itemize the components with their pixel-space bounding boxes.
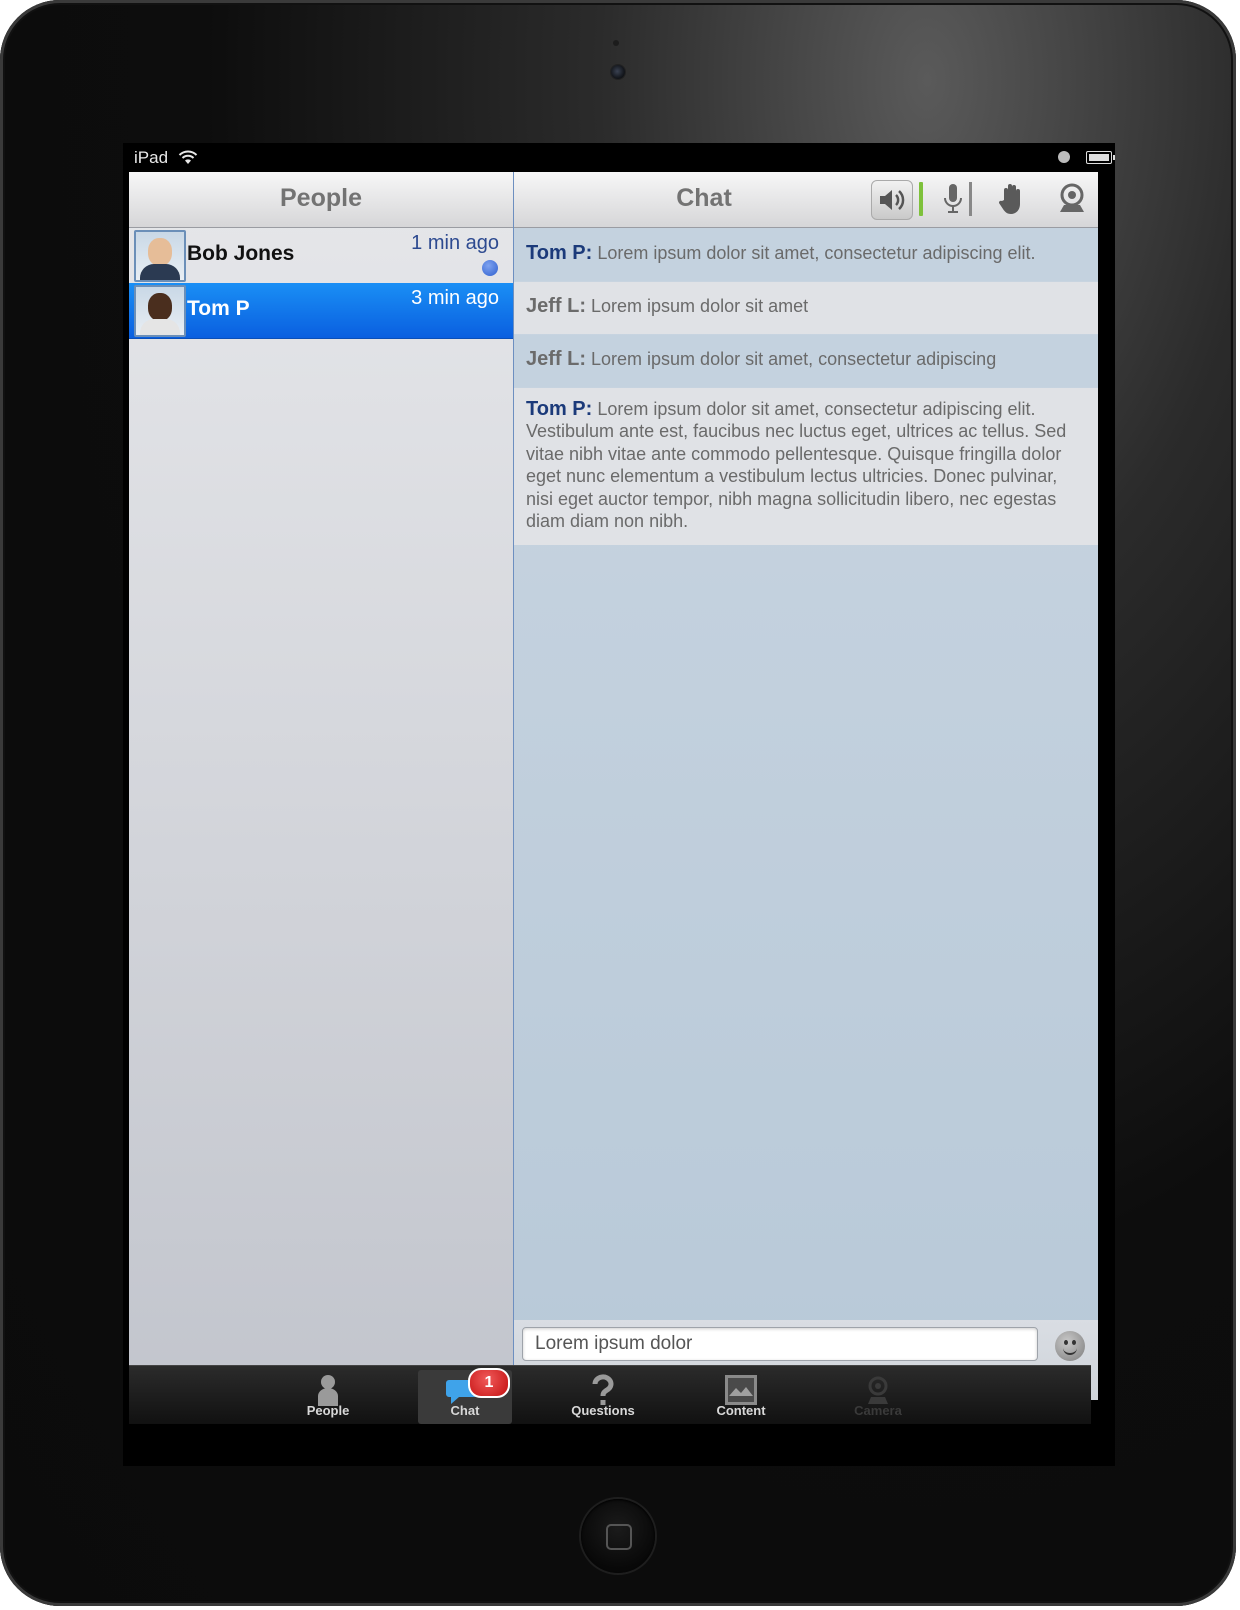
- tab-people[interactable]: People: [281, 1370, 375, 1424]
- chat-message: Jeff L: Lorem ipsum dolor sit amet, cons…: [514, 335, 1098, 387]
- home-button[interactable]: [581, 1499, 655, 1573]
- message-text: Lorem ipsum dolor sit amet, consectetur …: [526, 399, 1067, 532]
- unread-badge: 1: [468, 1368, 510, 1398]
- tab-label: People: [306, 1403, 350, 1418]
- chat-pane: Chat Tom P: Lorem ipsum dolor sit amet, …: [514, 172, 1098, 1400]
- tab-questions[interactable]: Questions: [556, 1370, 650, 1424]
- message-sender: Tom P:: [526, 242, 593, 264]
- person-time: 3 min ago: [411, 287, 499, 309]
- avatar: [134, 230, 186, 282]
- tab-bar: People 1 Chat Questions Content Camera: [129, 1365, 1091, 1424]
- message-input[interactable]: [522, 1327, 1038, 1361]
- webcam-icon: [868, 1376, 888, 1404]
- carrier-label: iPad: [134, 148, 169, 167]
- tab-camera[interactable]: Camera: [831, 1370, 925, 1424]
- tab-label: Content: [716, 1403, 766, 1418]
- webcam-icon: [1060, 183, 1084, 212]
- microphone-icon: [944, 184, 962, 213]
- person-row-tom-p[interactable]: Tom P 3 min ago: [129, 283, 513, 339]
- tab-label: Questions: [571, 1403, 635, 1418]
- speaker-button[interactable]: [871, 180, 913, 220]
- raise-hand-icon: [998, 184, 1020, 214]
- chat-message: Tom P: Lorem ipsum dolor sit amet, conse…: [514, 388, 1098, 545]
- chat-message: Jeff L: Lorem ipsum dolor sit amet: [514, 282, 1098, 334]
- lock-rotation-icon: [1058, 151, 1070, 163]
- emoji-button[interactable]: [1055, 1331, 1085, 1361]
- tab-label: Chat: [450, 1403, 480, 1418]
- people-header: People: [129, 172, 513, 228]
- message-sender: Jeff L:: [526, 348, 586, 370]
- ambient-sensor: [613, 40, 619, 46]
- front-camera-lens: [611, 65, 625, 79]
- chat-title: Chat: [676, 184, 732, 212]
- tab-label: Camera: [854, 1403, 902, 1418]
- picture-icon: [725, 1375, 757, 1405]
- message-text: Lorem ipsum dolor sit amet: [591, 296, 809, 316]
- home-square-icon: [606, 1524, 632, 1550]
- microphone-button[interactable]: [939, 180, 979, 218]
- raise-hand-button[interactable]: [992, 180, 1032, 218]
- avatar: [134, 285, 186, 337]
- question-mark-icon: [592, 1374, 614, 1405]
- speaker-icon: [880, 190, 905, 210]
- tab-content[interactable]: Content: [694, 1370, 788, 1424]
- battery-icon: [1086, 151, 1115, 164]
- chat-header: Chat: [514, 172, 1098, 228]
- tab-chat[interactable]: 1 Chat: [418, 1368, 512, 1424]
- people-title: People: [280, 184, 362, 212]
- wifi-icon: [178, 150, 198, 164]
- message-text: Lorem ipsum dolor sit amet, consectetur …: [591, 349, 997, 369]
- unread-indicator: [482, 260, 498, 276]
- message-sender: Jeff L:: [526, 295, 586, 317]
- speaker-level-meter: [919, 182, 923, 216]
- status-bar: iPad: [123, 143, 1115, 171]
- person-name: Tom P: [187, 297, 250, 320]
- person-time: 1 min ago: [411, 232, 499, 254]
- people-pane: People Bob Jones 1 min ago Tom P 3 min a…: [129, 172, 514, 1400]
- chat-message: Tom P: Lorem ipsum dolor sit amet, conse…: [514, 228, 1098, 281]
- microphone-level-meter: [969, 182, 972, 216]
- message-sender: Tom P:: [526, 398, 593, 420]
- message-text: Lorem ipsum dolor sit amet, consectetur …: [597, 243, 1036, 263]
- person-name: Bob Jones: [187, 242, 295, 265]
- person-row-bob-jones[interactable]: Bob Jones 1 min ago: [129, 228, 513, 284]
- screen: iPad People Bob Jones 1 min ago Tom P 3 …: [123, 143, 1115, 1466]
- ipad-bezel: iPad People Bob Jones 1 min ago Tom P 3 …: [0, 0, 1236, 1606]
- person-icon: [318, 1375, 338, 1406]
- webcam-button[interactable]: [1052, 180, 1092, 218]
